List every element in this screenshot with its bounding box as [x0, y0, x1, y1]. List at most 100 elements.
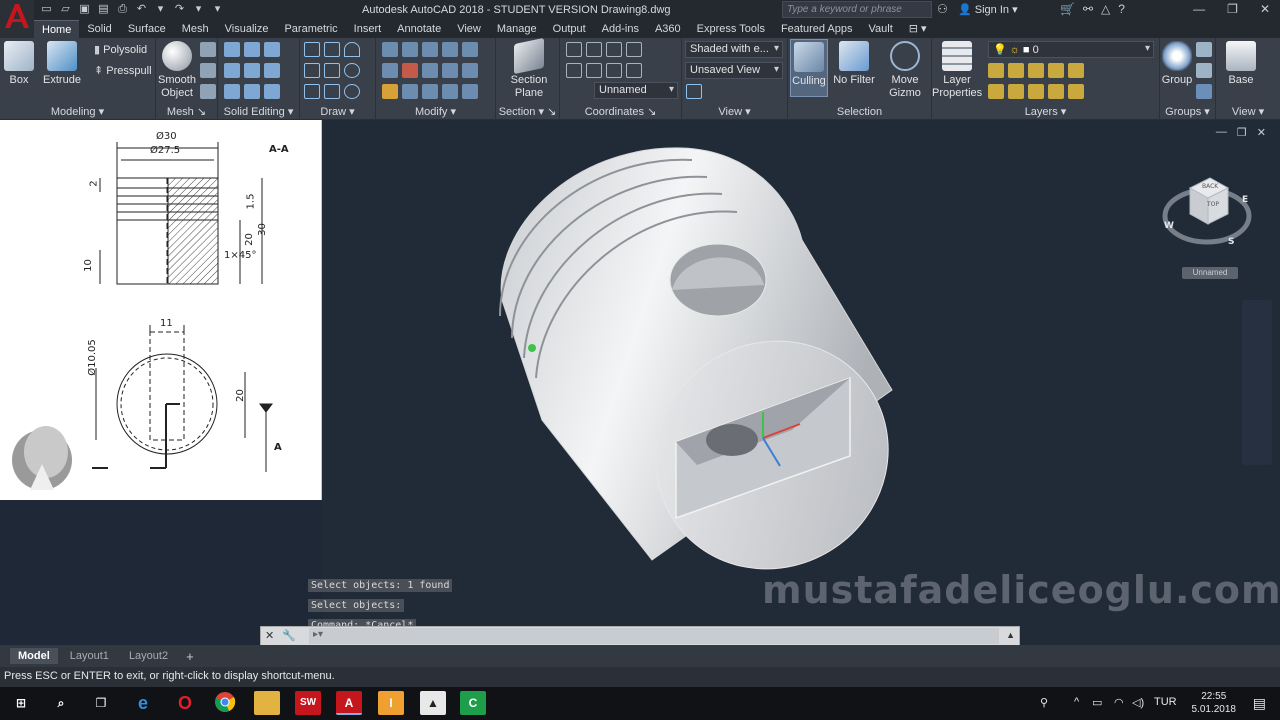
layer-current-icon[interactable] — [1068, 84, 1084, 99]
tab-solid[interactable]: Solid — [79, 20, 119, 38]
language-indicator[interactable]: TUR — [1154, 696, 1177, 708]
undo-dropdown-icon[interactable]: ▾ — [152, 2, 169, 17]
undo-icon[interactable]: ↶ — [133, 2, 150, 17]
panel-title-coordinates[interactable]: Coordinates ↘ — [560, 105, 681, 118]
line-icon[interactable] — [324, 42, 340, 57]
panel-title-modeling[interactable]: Modeling ▾ — [0, 105, 155, 118]
rotate-icon[interactable] — [402, 42, 418, 57]
separate-icon[interactable] — [264, 84, 280, 99]
layer-combo[interactable]: 💡 ☼ ■ 0 — [988, 41, 1154, 58]
viewport-config-icon[interactable] — [686, 84, 702, 99]
a360-icon[interactable]: △ — [1101, 2, 1110, 16]
panel-title-mesh[interactable]: Mesh ↘ — [156, 105, 217, 118]
circle-icon[interactable] — [344, 63, 360, 78]
tab-parametric[interactable]: Parametric — [276, 20, 345, 38]
stretch-icon[interactable] — [442, 42, 458, 57]
exchange-icon[interactable]: ⚯ — [1083, 2, 1093, 16]
intersect-icon[interactable] — [224, 84, 240, 99]
taskbar-clock[interactable]: 22:55 5.01.2018 — [1192, 690, 1237, 716]
people-icon[interactable]: ⚲ — [1040, 696, 1048, 709]
saved-view-combo[interactable]: Unsaved View — [685, 62, 783, 79]
plot-icon[interactable]: ⎙ — [114, 2, 131, 17]
layer-on-icon[interactable] — [988, 84, 1004, 99]
application-menu-button[interactable] — [0, 0, 34, 40]
redo-dropdown-icon[interactable]: ▾ — [190, 2, 207, 17]
polygon-icon[interactable] — [304, 84, 320, 99]
open-icon[interactable]: ▱ — [57, 2, 74, 17]
sign-in-button[interactable]: 👤 Sign In ▾ — [958, 3, 1018, 16]
trim-icon[interactable] — [402, 63, 418, 78]
ray-icon[interactable] — [324, 63, 340, 78]
rectangle-icon[interactable] — [324, 84, 340, 99]
navigation-bar[interactable] — [1242, 300, 1272, 465]
add-layout-icon[interactable]: + — [180, 649, 200, 664]
ucs-icon[interactable] — [566, 42, 582, 57]
layer-freeze-icon[interactable] — [1028, 63, 1044, 78]
erase-icon[interactable] — [382, 84, 398, 99]
panel-title-view[interactable]: View ▾ — [682, 105, 787, 118]
file-explorer-icon[interactable] — [254, 691, 280, 715]
command-history-toggle-icon[interactable]: ▲ — [1006, 630, 1015, 640]
tab-a360[interactable]: A360 — [647, 20, 689, 38]
autocad-taskbar-icon[interactable]: A — [336, 691, 362, 715]
panel-title-selection[interactable]: Selection — [788, 106, 931, 118]
cart-icon[interactable]: 🛒 — [1060, 2, 1075, 16]
solidworks-icon[interactable]: SW — [295, 691, 321, 715]
opera-icon[interactable]: O — [172, 691, 198, 715]
fillet-icon[interactable] — [442, 63, 458, 78]
tab-layout2[interactable]: Layout2 — [121, 648, 176, 664]
layer-unlock-icon[interactable] — [1048, 84, 1064, 99]
redo-icon[interactable]: ↷ — [171, 2, 188, 17]
layer-off-icon[interactable] — [988, 63, 1004, 78]
ucs-3point-icon[interactable] — [626, 42, 642, 57]
panel-title-layers[interactable]: Layers ▾ — [932, 105, 1159, 118]
save-icon[interactable]: ▣ — [76, 2, 93, 17]
layer-thaw-icon[interactable] — [1028, 84, 1044, 99]
mesh-crease-icon[interactable] — [200, 84, 216, 99]
mirror-icon[interactable] — [422, 63, 438, 78]
visual-style-combo[interactable]: Shaded with e... — [685, 41, 783, 58]
help-icon[interactable]: ? — [1118, 2, 1125, 16]
layer-lock-icon[interactable] — [1048, 63, 1064, 78]
smooth-object-button[interactable]: Smooth Object — [154, 41, 200, 100]
layer-unisolate-icon[interactable] — [1008, 84, 1024, 99]
extract-edges-icon[interactable] — [264, 42, 280, 57]
model-viewport[interactable]: — ❐ ✕ BACK TOP E W S Unnamed mustafadeli… — [322, 120, 1280, 645]
tab-insert[interactable]: Insert — [346, 20, 390, 38]
no-filter-button[interactable]: No Filter — [832, 41, 876, 87]
ellipse-icon[interactable] — [344, 84, 360, 99]
tab-surface[interactable]: Surface — [120, 20, 174, 38]
scale-icon[interactable] — [462, 42, 478, 57]
slice-icon[interactable] — [244, 42, 260, 57]
ucs-origin-icon[interactable] — [586, 42, 602, 57]
presspull-button[interactable]: ⇞ Presspull — [94, 64, 152, 77]
reference-drawing-image[interactable]: Ø30 Ø27.5 A-A 2 1.5 20 30 10 1×45° 11 Ø1… — [0, 120, 322, 500]
group-selection-icon[interactable] — [1196, 84, 1212, 99]
polyline-icon[interactable] — [304, 42, 320, 57]
ribbon-options-icon[interactable]: ⊟ ▾ — [901, 20, 935, 38]
command-customize-icon[interactable]: 🔧 — [282, 629, 296, 642]
edge-icon[interactable]: e — [130, 691, 156, 715]
polysolid-button[interactable]: ▮ Polysolid — [94, 43, 147, 56]
task-view-icon[interactable]: ❐ — [88, 691, 114, 715]
new-icon[interactable]: ▭ — [38, 2, 55, 17]
inventor-icon[interactable]: I — [378, 691, 404, 715]
binoculars-icon[interactable]: ⚇ — [937, 2, 948, 16]
ucs-y-icon[interactable] — [606, 63, 622, 78]
volume-icon[interactable]: ◁) — [1132, 696, 1144, 709]
explode-icon[interactable] — [402, 84, 418, 99]
piston-3d-model[interactable] — [322, 120, 1280, 645]
arc-icon[interactable] — [344, 42, 360, 57]
panel-title-section[interactable]: Section ▾ ↘ — [496, 105, 559, 118]
tab-home[interactable]: Home — [34, 20, 80, 38]
base-button[interactable]: Base — [1216, 41, 1266, 87]
wifi-icon[interactable]: ◠ — [1114, 696, 1124, 709]
ucs-named-combo[interactable]: Unnamed — [594, 82, 678, 99]
panel-title-solid-editing[interactable]: Solid Editing ▾ — [218, 105, 299, 118]
align-icon[interactable] — [462, 84, 478, 99]
ucs-face-icon[interactable] — [626, 63, 642, 78]
layer-properties-button[interactable]: Layer Properties — [932, 41, 982, 100]
mesh-refine-icon[interactable] — [200, 63, 216, 78]
join-icon[interactable] — [422, 84, 438, 99]
ucs-world-icon[interactable] — [566, 63, 582, 78]
